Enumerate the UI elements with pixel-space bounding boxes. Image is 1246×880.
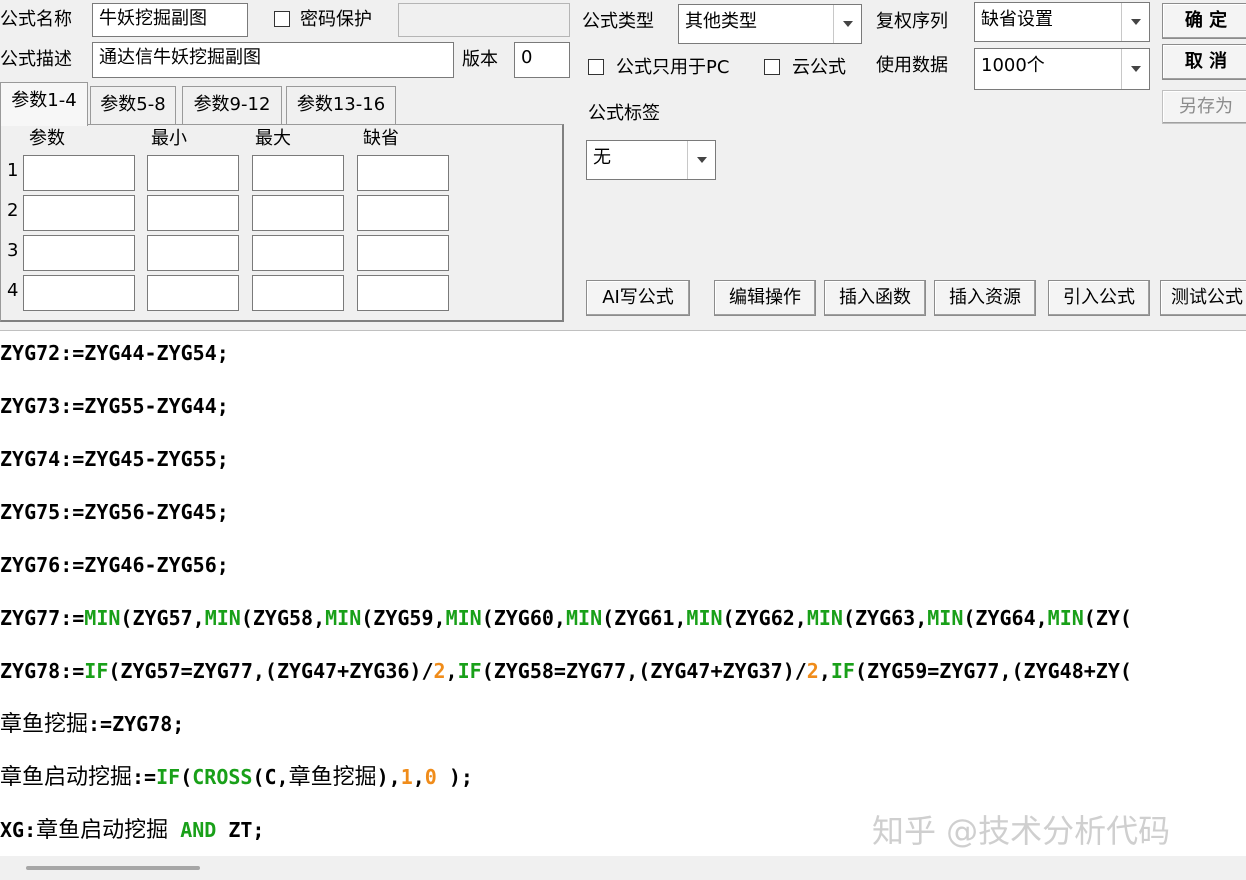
param-max-input[interactable] [252,195,344,231]
chevron-down-icon[interactable] [1121,49,1149,89]
code-line: ZYG75:=ZYG56-ZYG45; [0,500,229,524]
test-formula-button[interactable]: 测试公式 [1160,280,1246,316]
formula-name-label: 公式名称 [0,9,72,30]
insert-function-button[interactable]: 插入函数 [824,280,926,316]
chevron-down-icon[interactable] [833,5,861,43]
edit-operations-button[interactable]: 编辑操作 [714,280,816,316]
data-count-value: 1000个 [981,55,1045,76]
formula-desc-input[interactable]: 通达信牛妖挖掘副图 [92,42,454,78]
password-checkbox[interactable] [274,11,290,27]
param-default-input[interactable] [357,275,449,311]
scrollbar-thumb[interactable] [26,866,200,870]
param-header-max: 最大 [255,128,291,149]
chevron-down-icon[interactable] [687,141,715,179]
formula-type-label: 公式类型 [582,11,654,32]
param-min-input[interactable] [147,155,239,191]
insert-resource-button[interactable]: 插入资源 [934,280,1036,316]
version-label: 版本 [462,49,498,70]
param-name-input[interactable] [23,235,135,271]
param-min-input[interactable] [147,275,239,311]
tab-params-13-16[interactable]: 参数13-16 [286,86,396,124]
tab-params-1-4[interactable]: 参数1-4 [0,82,88,126]
param-max-input[interactable] [252,155,344,191]
code-line: ZYG74:=ZYG45-ZYG55; [0,447,229,471]
param-max-input[interactable] [252,235,344,271]
param-name-input[interactable] [23,275,135,311]
param-row-number: 2 [7,200,19,221]
formula-tag-value: 无 [593,147,611,168]
param-row-number: 4 [7,280,19,301]
formula-type-value: 其他类型 [685,11,757,32]
save-as-button[interactable]: 另存为 [1162,90,1246,124]
code-line: ZYG77:=MIN(ZYG57,MIN(ZYG58,MIN(ZYG59,MIN… [0,606,1132,630]
code-line: ZYG73:=ZYG55-ZYG44; [0,394,229,418]
password-input [398,3,570,37]
formula-name-input[interactable]: 牛妖挖掘副图 [92,3,248,37]
cloud-label: 云公式 [792,57,846,78]
version-input[interactable]: 0 [514,42,570,78]
cancel-button[interactable]: 取 消 [1162,44,1246,80]
password-label: 密码保护 [300,9,372,30]
rights-value: 缺省设置 [981,9,1053,30]
ok-button[interactable]: 确 定 [1162,3,1246,39]
code-line: 章鱼挖掘:=ZYG78; [0,712,185,737]
code-editor[interactable]: ZYG72:=ZYG44-ZYG54; ZYG73:=ZYG55-ZYG44; … [0,330,1246,856]
data-label: 使用数据 [876,55,948,76]
data-count-select[interactable]: 1000个 [974,48,1150,90]
param-name-input[interactable] [23,155,135,191]
tab-params-5-8[interactable]: 参数5-8 [90,86,176,124]
rights-label: 复权序列 [876,11,948,32]
param-min-input[interactable] [147,195,239,231]
formula-desc-label: 公式描述 [0,49,72,70]
param-header-min: 最小 [151,128,187,149]
code-line: ZYG76:=ZYG46-ZYG56; [0,553,229,577]
param-default-input[interactable] [357,155,449,191]
formula-type-select[interactable]: 其他类型 [678,4,862,44]
code-line: ZYG72:=ZYG44-ZYG54; [0,341,229,365]
param-default-input[interactable] [357,235,449,271]
import-formula-button[interactable]: 引入公式 [1048,280,1150,316]
pc-only-label: 公式只用于PC [616,57,730,78]
chevron-down-icon[interactable] [1121,3,1149,41]
cloud-checkbox[interactable] [764,59,780,75]
param-default-input[interactable] [357,195,449,231]
formula-tag-select[interactable]: 无 [586,140,716,180]
param-header-default: 缺省 [363,128,399,149]
formula-tag-label: 公式标签 [588,103,660,124]
watermark: 知乎 @技术分析代码 [872,812,1171,850]
param-header-name: 参数 [29,128,65,149]
tab-params-9-12[interactable]: 参数9-12 [182,86,282,124]
rights-select[interactable]: 缺省设置 [974,2,1150,42]
param-max-input[interactable] [252,275,344,311]
ai-write-formula-button[interactable]: AI写公式 [586,280,690,316]
code-line: 章鱼启动挖掘:=IF(CROSS(C,章鱼挖掘),1,0 ); [0,765,473,790]
horizontal-scrollbar[interactable] [0,856,1246,880]
pc-only-checkbox[interactable] [588,59,604,75]
code-line: XG:章鱼启动挖掘 AND ZT; [0,818,265,843]
params-panel: 参数 最小 最大 缺省 1 2 3 4 [0,124,564,322]
param-name-input[interactable] [23,195,135,231]
param-row-number: 1 [7,160,19,181]
param-min-input[interactable] [147,235,239,271]
param-row-number: 3 [7,240,19,261]
code-line: ZYG78:=IF(ZYG57=ZYG77,(ZYG47+ZYG36)/2,IF… [0,659,1132,683]
